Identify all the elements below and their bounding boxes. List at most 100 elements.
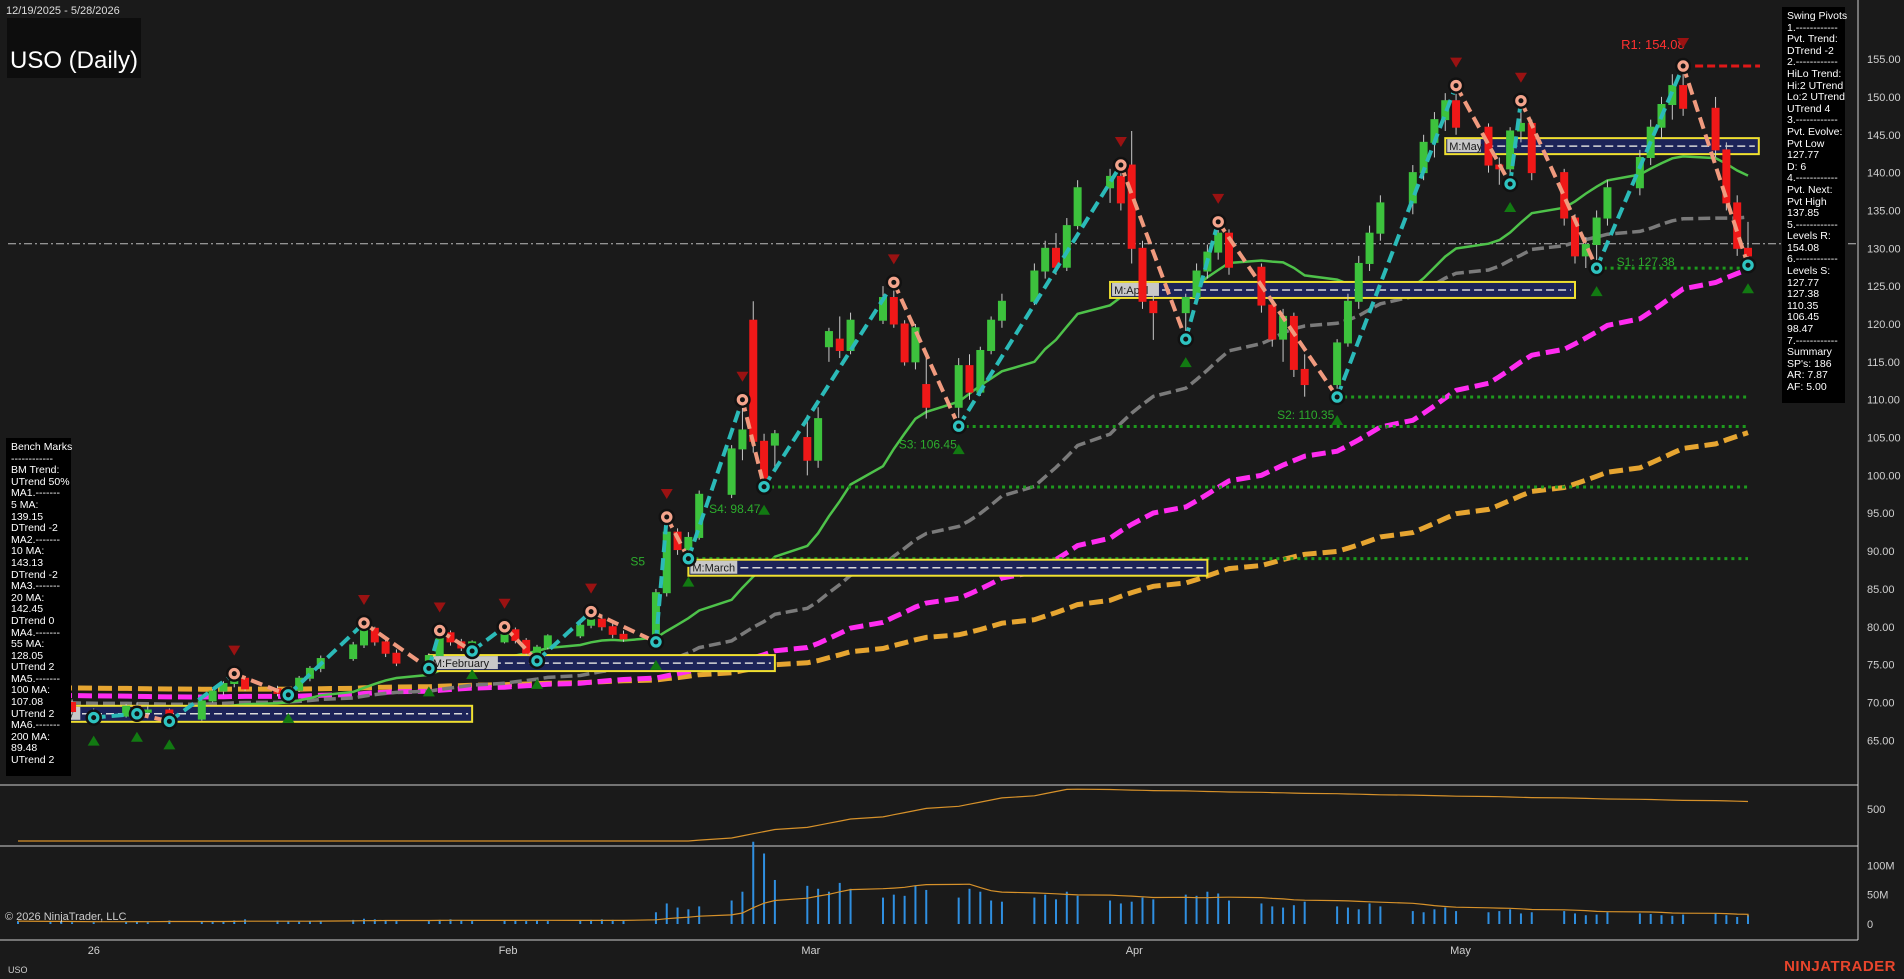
x-tick-label: Feb: [499, 945, 518, 957]
swing-marker-dot: [1518, 98, 1524, 104]
candle-body: [965, 365, 974, 393]
pivot-up-arrow: [163, 739, 176, 750]
x-tick-label: May: [1450, 945, 1471, 957]
chart-canvas: S1: 127.38 S2: 110.35 S3: 106.45 S4: 98.47 S…: [0, 0, 1901, 957]
swing-marker-dot: [1118, 162, 1124, 168]
swing-up-leg: [762, 281, 896, 488]
pivot-up-arrow: [1504, 201, 1517, 212]
candle-body: [1343, 300, 1352, 344]
candle-body: [1062, 225, 1071, 268]
swing-marker-dot: [1215, 219, 1221, 225]
swing-marker-dot: [1507, 181, 1513, 187]
pivot-down-arrow: [358, 594, 370, 605]
pivot-up-arrow: [87, 735, 100, 746]
support-level-label: S1: 127.38: [1617, 255, 1675, 269]
candle-body: [197, 700, 206, 720]
pivot-up-arrow: [1742, 283, 1754, 294]
swing-marker-dot: [739, 397, 745, 403]
pivot-down-arrow: [736, 371, 749, 382]
volume-y-tick-label: 50M: [1867, 890, 1888, 902]
candle-body: [392, 652, 401, 664]
y-tick-label: 140.00: [1867, 168, 1901, 180]
candle-body: [1116, 175, 1125, 204]
volume-panel: 0 50M 100M: [17, 841, 1895, 931]
candle-body: [1127, 164, 1136, 249]
swing-marker-dot: [1745, 262, 1751, 268]
y-tick-label: 105.00: [1867, 433, 1901, 445]
swing-marker-dot: [285, 692, 291, 698]
swing-marker-dot: [1183, 336, 1189, 342]
month-box-label: M:May: [1449, 141, 1483, 153]
candle-body: [1073, 187, 1082, 227]
panel-line: 5 MA:: [11, 498, 39, 511]
month-box-label: M:February: [433, 658, 490, 670]
moving-averages: [17, 155, 1749, 712]
pivot-down-arrow: [228, 645, 241, 656]
candle-body: [1592, 217, 1601, 246]
x-tick-label: Mar: [801, 945, 820, 957]
candle-body: [608, 626, 617, 635]
candle-body: [987, 319, 996, 351]
support-level-label: S2: 110.35: [1277, 408, 1334, 422]
pivot-down-arrow: [660, 489, 673, 500]
candle-body: [1603, 187, 1612, 219]
swing-marker-dot: [1453, 83, 1459, 89]
swing-marker-dot: [1594, 265, 1600, 271]
volume-y-tick-label: 0: [1867, 919, 1873, 931]
candle-body: [954, 365, 963, 408]
candle-body: [1268, 304, 1277, 340]
candle-body: [619, 633, 628, 640]
lower-indicator-line: [18, 788, 1749, 842]
ma-100-line: [17, 267, 1749, 700]
y-tick-label: 145.00: [1867, 130, 1901, 142]
panel-line: HiLo Trend:: [1787, 67, 1842, 80]
candle-body: [814, 418, 823, 461]
candle-body: [143, 709, 152, 713]
pivot-down-arrow: [1114, 137, 1127, 148]
candle-body: [835, 338, 844, 351]
y-tick-label: 130.00: [1867, 243, 1901, 255]
brand-logo: NINJATRADER: [1784, 958, 1896, 975]
swing-down-leg: [1216, 220, 1339, 399]
month-box-label: M:March: [692, 563, 735, 575]
pivot-down-arrow: [498, 598, 511, 609]
swing-marker-dot: [1334, 394, 1340, 400]
pivot-up-arrow: [130, 731, 143, 742]
swing-marker-dot: [91, 715, 97, 721]
swing-marker-dot: [502, 624, 508, 630]
candle-body: [208, 690, 217, 702]
swing-marker-dot: [166, 718, 172, 724]
panel-line: Levels S:: [1787, 265, 1831, 278]
panel-line: 98.47: [1787, 323, 1814, 336]
ma-20-line: [17, 155, 1749, 712]
panel-line: 137.85: [1787, 207, 1820, 220]
y-tick-label: 65.00: [1867, 735, 1895, 747]
pivot-up-arrow: [682, 576, 695, 587]
candle-body: [533, 646, 541, 654]
y-tick-label: 85.00: [1867, 584, 1895, 596]
swing-marker-dot: [891, 279, 897, 285]
panel-line: 55 MA:: [11, 638, 45, 651]
support-level-label: S5: [630, 555, 645, 569]
candle-body: [727, 448, 736, 495]
candle-body: [1149, 300, 1158, 314]
candle-body: [1300, 368, 1309, 386]
panel-line: DTrend -2: [11, 522, 58, 535]
panel-line: 127.77: [1787, 149, 1820, 162]
candle-body: [997, 300, 1006, 321]
swing-down-leg: [1519, 99, 1599, 269]
pivot-down-arrow: [585, 583, 598, 594]
swing-marker-dot: [231, 671, 237, 677]
swing-up-leg: [956, 163, 1123, 428]
y-tick-label: 135.00: [1867, 205, 1901, 217]
swing-marker-dot: [1680, 63, 1686, 69]
axes: 65.00 70.00 75.00 80.00 85.00 90.00 95.00 100.0…: [88, 54, 1901, 957]
panel-line: 107.08: [11, 696, 44, 709]
x-tick-label: 26: [88, 945, 100, 957]
candle-body: [1181, 297, 1190, 314]
panel-line: AF: 5.00: [1787, 381, 1827, 393]
y-tick-label: 75.00: [1867, 660, 1895, 672]
candle-body: [122, 705, 131, 717]
candle-body: [738, 429, 747, 450]
candle-body: [381, 641, 390, 654]
